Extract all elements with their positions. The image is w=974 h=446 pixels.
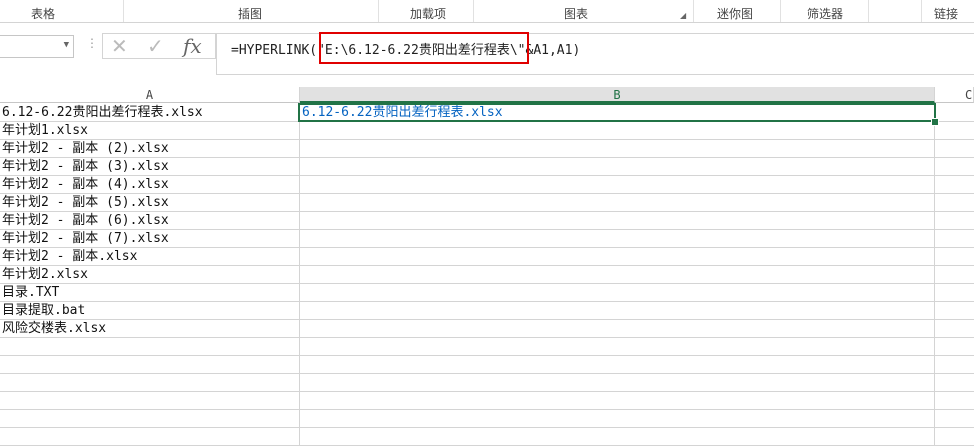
cell-a[interactable]: 年计划1.xlsx [0,122,300,139]
formula-buttons: ✕ ✓ fx [102,33,216,59]
cell-a[interactable]: 6.12-6.22贵阳出差行程表.xlsx [0,104,300,121]
table-row [0,374,974,392]
cell-b[interactable] [300,410,935,427]
cell-c[interactable] [935,212,974,229]
table-row [0,410,974,428]
ribbon-group-labels: 表格 插图 加载项 图表 ◢ 迷你图 筛选器 链接 [0,0,974,23]
cell-a[interactable]: 风险交楼表.xlsx [0,320,300,337]
group-tables: 表格 [30,7,56,21]
group-addins: 加载项 [409,7,447,21]
table-row: 年计划2 - 副本 (7).xlsx [0,230,974,248]
name-box[interactable]: ▼ [0,35,74,58]
cell-b[interactable] [300,212,935,229]
cell-b[interactable] [300,338,935,355]
cell-c[interactable] [935,410,974,427]
table-row: 年计划2.xlsx [0,266,974,284]
cell-c[interactable] [935,194,974,211]
table-row: 目录提取.bat [0,302,974,320]
column-header-b[interactable]: B [300,87,935,103]
cell-c[interactable] [935,320,974,337]
cell-b[interactable] [300,194,935,211]
cell-b[interactable] [300,158,935,175]
cell-b[interactable] [300,374,935,391]
group-sparklines: 迷你图 [716,7,754,21]
cell-b[interactable] [300,302,935,319]
table-row [0,428,974,446]
cell-a[interactable]: 年计划2 - 副本 (2).xlsx [0,140,300,157]
cell-c[interactable] [935,230,974,247]
cell-a[interactable] [0,410,300,427]
enter-icon[interactable]: ✓ [147,34,164,58]
active-cell-b1[interactable] [298,103,936,122]
column-header-a[interactable]: A [0,87,300,103]
table-row [0,356,974,374]
cell-a[interactable]: 年计划2 - 副本 (7).xlsx [0,230,300,247]
cell-c[interactable] [935,122,974,139]
cell-a[interactable]: 年计划2.xlsx [0,266,300,283]
cell-a[interactable]: 目录.TXT [0,284,300,301]
group-filters: 筛选器 [806,7,844,21]
table-row: 年计划1.xlsx [0,122,974,140]
cell-b[interactable] [300,266,935,283]
cell-c[interactable] [935,266,974,283]
chevron-down-icon[interactable]: ▼ [64,40,69,50]
table-row: 年计划2 - 副本 (3).xlsx [0,158,974,176]
cell-grid: 6.12-6.22贵阳出差行程表.xlsx 6.12-6.22贵阳出差行程表.xl… [0,104,974,446]
cell-b[interactable] [300,356,935,373]
cell-b[interactable] [300,248,935,265]
cell-b[interactable] [300,392,935,409]
fill-handle[interactable] [931,118,939,126]
cancel-icon[interactable]: ✕ [111,34,128,58]
cell-c[interactable] [935,284,974,301]
table-row: 年计划2 - 副本.xlsx [0,248,974,266]
table-row [0,392,974,410]
cell-b[interactable] [300,140,935,157]
cell-a[interactable] [0,374,300,391]
table-row: 目录.TXT [0,284,974,302]
group-links: 链接 [933,7,959,21]
charts-dialog-launcher-icon[interactable]: ◢ [680,11,686,20]
cell-b[interactable] [300,122,935,139]
cell-b[interactable] [300,320,935,337]
cell-a[interactable]: 年计划2 - 副本 (3).xlsx [0,158,300,175]
group-illustrations: 插图 [237,7,263,21]
drag-handle-icon[interactable]: ⋮ [86,36,98,50]
cell-c[interactable] [935,248,974,265]
cell-c[interactable] [935,140,974,157]
table-row: 年计划2 - 副本 (5).xlsx [0,194,974,212]
cell-c[interactable] [935,392,974,409]
group-charts: 图表 [563,7,589,21]
cell-c[interactable] [935,176,974,193]
insert-function-icon[interactable]: fx [183,34,202,58]
highlight-annotation [319,32,529,64]
cell-c[interactable] [935,338,974,355]
cell-c[interactable] [935,104,974,121]
table-row: 风险交楼表.xlsx [0,320,974,338]
cell-a[interactable]: 年计划2 - 副本 (6).xlsx [0,212,300,229]
cell-b[interactable] [300,284,935,301]
cell-c[interactable] [935,158,974,175]
cell-b[interactable] [300,230,935,247]
cell-c[interactable] [935,356,974,373]
cell-c[interactable] [935,302,974,319]
cell-a[interactable]: 目录提取.bat [0,302,300,319]
cell-a[interactable]: 年计划2 - 副本 (5).xlsx [0,194,300,211]
table-row: 年计划2 - 副本 (6).xlsx [0,212,974,230]
table-row: 年计划2 - 副本 (2).xlsx [0,140,974,158]
cell-a[interactable] [0,392,300,409]
cell-a[interactable]: 年计划2 - 副本 (4).xlsx [0,176,300,193]
table-row: 年计划2 - 副本 (4).xlsx [0,176,974,194]
cell-a[interactable] [0,356,300,373]
cell-b[interactable] [300,176,935,193]
cell-a[interactable]: 年计划2 - 副本.xlsx [0,248,300,265]
cell-a[interactable] [0,338,300,355]
table-row [0,338,974,356]
cell-c[interactable] [935,374,974,391]
column-header-c[interactable]: C [935,87,974,103]
